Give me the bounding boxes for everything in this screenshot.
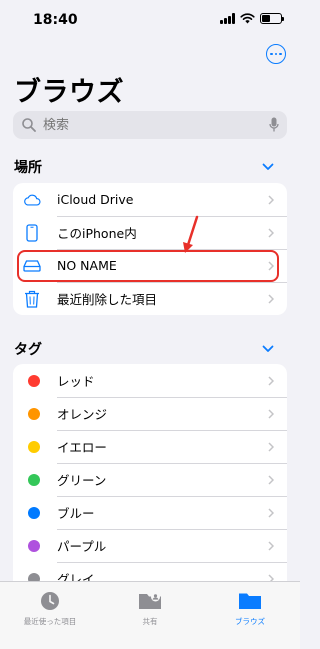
tab-browse[interactable]: ブラウズ: [200, 582, 300, 649]
chevron-right-icon: [268, 442, 274, 452]
page-title: ブラウズ: [14, 77, 124, 108]
chevron-right-icon: [268, 294, 274, 304]
red-dot-icon: [28, 374, 40, 387]
tag-item-red[interactable]: レッド: [13, 364, 287, 397]
tag-label: グリーン: [57, 473, 107, 488]
location-item-icloud-drive[interactable]: iCloud Drive: [13, 183, 287, 216]
tag-item-green[interactable]: グリーン: [13, 463, 287, 496]
location-label: iCloud Drive: [57, 192, 134, 207]
battery-icon: [260, 13, 284, 24]
chevron-right-icon: [268, 195, 274, 205]
iphone-icon: [23, 223, 41, 242]
annotation-arrow-icon: [183, 215, 199, 253]
trash-icon: [23, 290, 41, 308]
blue-dot-icon: [28, 506, 40, 519]
cloud-icon: [23, 191, 41, 209]
external-drive-icon: [23, 257, 41, 275]
orange-dot-icon: [28, 407, 40, 420]
green-dot-icon: [28, 473, 40, 486]
yellow-dot-icon: [28, 440, 40, 453]
wifi-icon: [240, 13, 255, 24]
search-bar[interactable]: [13, 111, 287, 139]
tab-label: ブラウズ: [235, 617, 265, 626]
clock-icon: [41, 592, 59, 610]
tag-label: パープル: [57, 539, 107, 554]
tag-item-purple[interactable]: パープル: [13, 529, 287, 562]
status-time: 18:40: [33, 12, 78, 28]
tab-label: 共有: [142, 617, 158, 626]
locations-list: iCloud Drive このiPhone内 NO NAME 最近削除した項目: [13, 183, 287, 315]
tab-label: 最近使った項目: [23, 617, 77, 626]
microphone-icon[interactable]: [269, 117, 279, 133]
locations-header: 場所: [14, 160, 42, 176]
location-label: NO NAME: [57, 258, 117, 273]
tab-shared[interactable]: 共有: [100, 582, 200, 649]
tags-header: タグ: [14, 342, 42, 358]
chevron-right-icon: [268, 541, 274, 551]
tag-label: レッド: [57, 374, 95, 389]
tag-item-blue[interactable]: ブルー: [13, 496, 287, 529]
location-label: 最近削除した項目: [57, 292, 158, 307]
tag-label: ブルー: [57, 506, 95, 521]
location-item-recently-deleted[interactable]: 最近削除した項目: [13, 282, 287, 315]
chevron-right-icon: [268, 376, 274, 386]
locations-collapse-chevron-icon[interactable]: [262, 163, 274, 171]
shared-folder-icon: [139, 592, 161, 609]
search-icon: [22, 118, 36, 132]
chevron-right-icon: [268, 475, 274, 485]
tab-bar: 最近使った項目 共有 ブラウズ: [0, 581, 300, 649]
location-label: このiPhone内: [57, 226, 137, 241]
tag-item-yellow[interactable]: イエロー: [13, 430, 287, 463]
cellular-signal-icon: [220, 13, 235, 24]
more-options-button[interactable]: [266, 44, 286, 64]
search-input[interactable]: [41, 116, 245, 134]
folder-icon: [239, 593, 261, 609]
tag-label: イエロー: [57, 440, 107, 455]
chevron-right-icon: [268, 228, 274, 238]
tag-item-orange[interactable]: オレンジ: [13, 397, 287, 430]
tags-list: レッド オレンジ イエロー グリーン ブルー パープル グレイ: [13, 364, 287, 595]
tab-recents[interactable]: 最近使った項目: [0, 582, 100, 649]
purple-dot-icon: [28, 539, 40, 552]
status-icons: [220, 13, 284, 24]
location-item-on-iphone[interactable]: このiPhone内: [13, 216, 287, 249]
chevron-right-icon: [268, 409, 274, 419]
tag-label: オレンジ: [57, 407, 108, 422]
status-bar: 18:40: [0, 0, 300, 44]
tags-collapse-chevron-icon[interactable]: [262, 345, 274, 353]
location-item-no-name[interactable]: NO NAME: [13, 249, 287, 282]
chevron-right-icon: [268, 508, 274, 518]
chevron-right-icon: [268, 261, 274, 271]
